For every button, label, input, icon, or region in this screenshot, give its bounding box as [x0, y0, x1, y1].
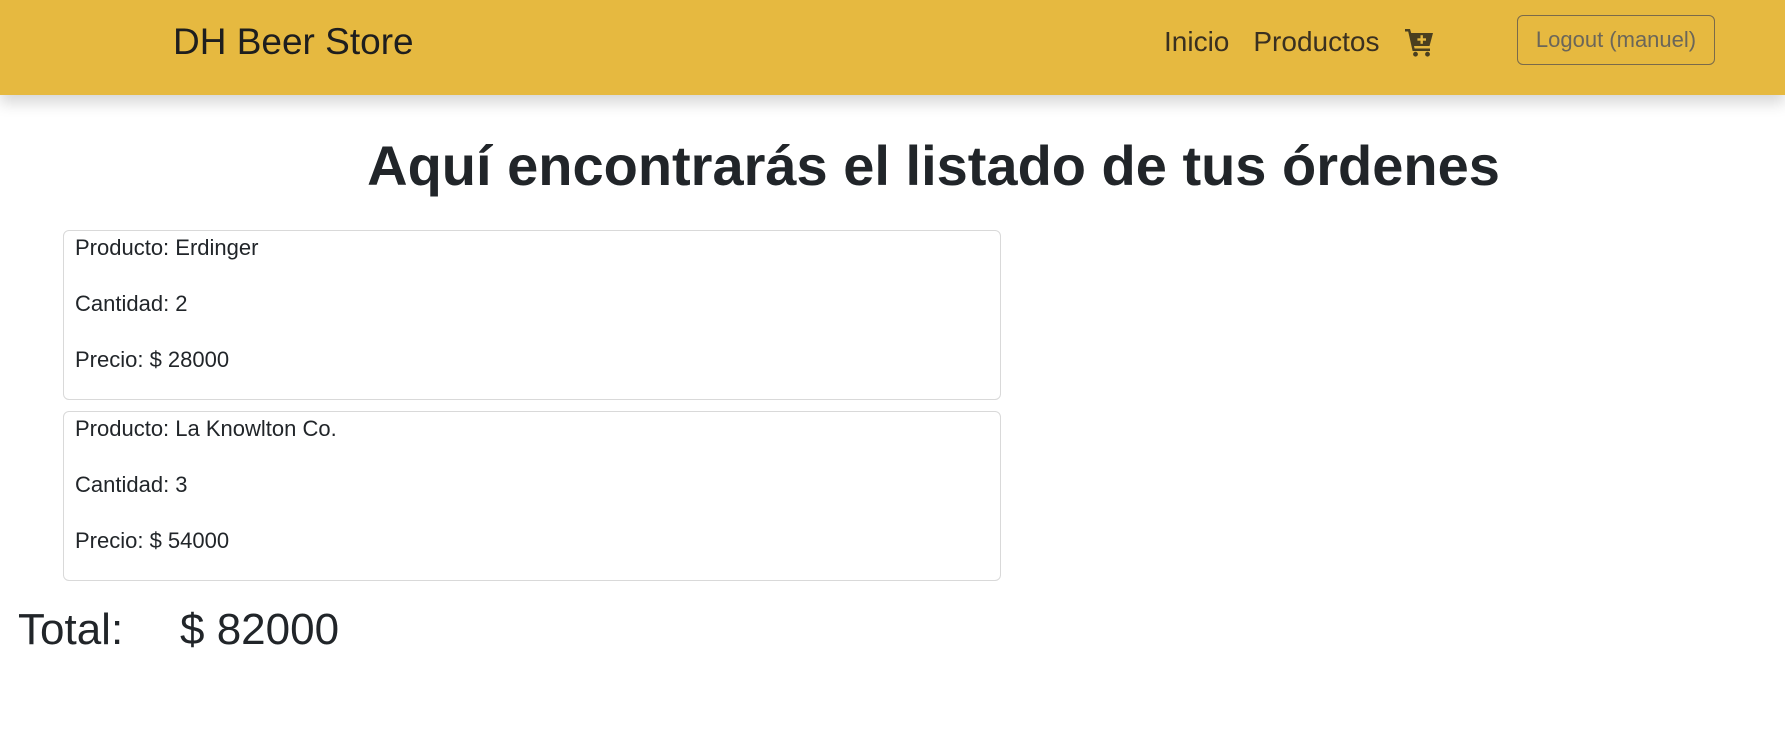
order-card: Producto: La Knowlton Co. Cantidad: 3 Pr… — [63, 411, 1001, 581]
nav-link-productos[interactable]: Productos — [1253, 26, 1379, 58]
page-title: Aquí encontrarás el listado de tus órden… — [367, 134, 1500, 197]
order-price: Precio: $ 54000 — [75, 528, 230, 553]
order-product: Producto: Erdinger — [75, 235, 259, 260]
orders-list: Producto: Erdinger Cantidad: 2 Precio: $… — [63, 230, 1001, 592]
order-total: Total: $ 82000 — [18, 600, 339, 660]
logout-button[interactable]: Logout (manuel) — [1517, 15, 1715, 65]
cart-plus-icon[interactable] — [1403, 26, 1435, 58]
total-value: $ 82000 — [180, 605, 340, 654]
total-label: Total: — [18, 605, 124, 654]
order-card: Producto: Erdinger Cantidad: 2 Precio: $… — [63, 230, 1001, 400]
order-quantity: Cantidad: 3 — [75, 472, 188, 497]
nav-link-inicio[interactable]: Inicio — [1164, 26, 1229, 58]
order-quantity: Cantidad: 2 — [75, 291, 188, 316]
order-price: Precio: $ 28000 — [75, 347, 230, 372]
order-product: Producto: La Knowlton Co. — [75, 416, 337, 441]
brand-link[interactable]: DH Beer Store — [173, 0, 414, 84]
navbar: DH Beer Store Inicio Productos Logout (m… — [0, 0, 1785, 95]
nav-links: Inicio Productos — [1164, 0, 1435, 84]
